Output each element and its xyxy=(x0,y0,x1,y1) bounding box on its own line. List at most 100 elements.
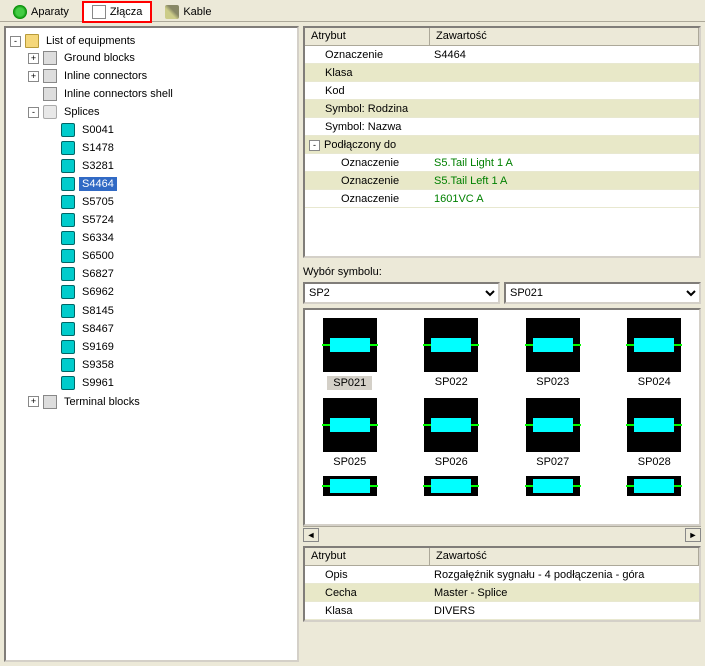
property-row[interactable]: Kod xyxy=(305,82,699,100)
tree-item-label[interactable]: List of equipments xyxy=(43,34,138,48)
symbol-thumbnail[interactable]: SP025 xyxy=(313,398,387,468)
icon-splice-icon xyxy=(61,322,75,336)
tab-aparaty[interactable]: Aparaty xyxy=(4,2,78,22)
symbol-family-select[interactable]: SP2 xyxy=(303,282,500,304)
symbol-thumbnail[interactable]: SP021 xyxy=(313,318,387,390)
property-row[interactable]: OpisRozgałęźnik sygnału - 4 podłączenia … xyxy=(305,566,699,584)
property-row[interactable]: -Podłączony do xyxy=(305,136,699,154)
property-row[interactable]: Oznaczenie S5.Tail Light 1 A xyxy=(305,154,699,172)
prop-key: Klasa xyxy=(325,605,353,617)
symbol-thumbnail[interactable]: SP024 xyxy=(618,318,692,390)
icon-block-icon xyxy=(43,87,57,101)
icon-block-icon xyxy=(43,395,57,409)
properties-bottom: Atrybut Zawartość OpisRozgałęźnik sygnał… xyxy=(303,546,701,622)
prop-key: Symbol: Rodzina xyxy=(325,103,408,115)
tab-kable[interactable]: Kable xyxy=(156,2,220,22)
property-row[interactable]: Oznaczenie S4464 xyxy=(305,46,699,64)
icon-splice-icon xyxy=(61,177,75,191)
icon-splice-icon xyxy=(61,249,75,263)
equipment-tree[interactable]: - List of equipments + Ground blocks + Inline… xyxy=(4,26,299,662)
thumb-caption: SP025 xyxy=(333,456,366,468)
symbol-thumbnail[interactable] xyxy=(313,476,387,496)
symbol-thumbnails[interactable]: SP021 SP022 SP023 SP024 SP025 SP026 SP027 SP028 xyxy=(303,308,701,526)
tree-toggle[interactable]: - xyxy=(28,107,39,118)
scroll-left-button[interactable]: ◄ xyxy=(303,528,319,542)
symbol-thumbnail[interactable]: SP026 xyxy=(415,398,489,468)
prop-value: S4464 xyxy=(430,49,699,61)
tree-item-label[interactable]: S9169 xyxy=(79,340,117,354)
icon-splice-icon xyxy=(61,267,75,281)
scroll-right-button[interactable]: ► xyxy=(685,528,701,542)
scroll-track[interactable] xyxy=(319,528,685,542)
tree-item-label[interactable]: S1478 xyxy=(79,141,117,155)
col-content: Zawartość xyxy=(430,548,699,565)
property-row[interactable]: CechaMaster - Splice xyxy=(305,584,699,602)
tree-toggle[interactable]: - xyxy=(10,36,21,47)
symbol-thumbnail[interactable] xyxy=(516,476,590,496)
prop-key: Oznaczenie xyxy=(325,49,383,61)
prop-key: Podłączony do xyxy=(324,139,396,151)
col-attribute: Atrybut xyxy=(305,548,430,565)
prop-value: DIVERS xyxy=(430,605,699,617)
tree-item-label[interactable]: S0041 xyxy=(79,123,117,137)
expand-toggle[interactable]: - xyxy=(309,140,320,151)
property-row[interactable]: Klasa xyxy=(305,64,699,82)
symbol-thumbnail[interactable]: SP022 xyxy=(415,318,489,390)
tree-toggle[interactable]: + xyxy=(28,53,39,64)
property-row[interactable]: Oznaczenie1601VC A xyxy=(305,190,699,208)
tree-toggle[interactable]: + xyxy=(28,71,39,82)
thumb-caption: SP024 xyxy=(638,376,671,388)
tree-item-label[interactable]: S3281 xyxy=(79,159,117,173)
tree-item-label[interactable]: S4464 xyxy=(79,177,117,191)
col-attribute: Atrybut xyxy=(305,28,430,45)
properties-top: Atrybut Zawartość Oznaczenie S4464 KlasaKo… xyxy=(303,26,701,258)
tree-item-label[interactable]: S6827 xyxy=(79,267,117,281)
tree-item-label[interactable]: S6500 xyxy=(79,249,117,263)
tree-item-label[interactable]: S6962 xyxy=(79,285,117,299)
icon-splice-icon xyxy=(61,213,75,227)
tree-item-label[interactable]: Splices xyxy=(61,105,102,119)
tree-toggle[interactable]: + xyxy=(28,396,39,407)
symbol-thumbnail[interactable]: SP028 xyxy=(618,398,692,468)
symbol-thumbnail[interactable]: SP023 xyxy=(516,318,590,390)
tree-item-label[interactable]: S9358 xyxy=(79,358,117,372)
prop-key: Opis xyxy=(325,569,348,581)
icon-splice-icon xyxy=(61,123,75,137)
tree-item-label[interactable]: S6334 xyxy=(79,231,117,245)
symbol-thumbnail[interactable]: SP027 xyxy=(516,398,590,468)
symbol-thumbnail[interactable] xyxy=(415,476,489,496)
tree-item-label[interactable]: S8467 xyxy=(79,322,117,336)
icon-splice-icon xyxy=(61,340,75,354)
prop-value: S5.Tail Light 1 A xyxy=(430,157,699,169)
symbol-thumbnail[interactable] xyxy=(618,476,692,496)
tab-label: Aparaty xyxy=(31,6,69,18)
icon-splice-icon xyxy=(61,285,75,299)
tree-item-label[interactable]: S8145 xyxy=(79,304,117,318)
tree-item-label[interactable]: S9961 xyxy=(79,376,117,390)
tab-label: Kable xyxy=(183,6,211,18)
tree-item-label[interactable]: Inline connectors shell xyxy=(61,87,176,101)
symbol-name-select[interactable]: SP021 xyxy=(504,282,701,304)
prop-key: Cecha xyxy=(325,587,357,599)
prop-key: Oznaczenie xyxy=(341,157,399,169)
property-row[interactable]: Klasa DIVERS xyxy=(305,602,699,620)
property-row[interactable]: Symbol: Rodzina xyxy=(305,100,699,118)
thumb-caption: SP028 xyxy=(638,456,671,468)
tree-item-label[interactable]: Ground blocks xyxy=(61,51,138,65)
horizontal-scrollbar[interactable]: ◄ ► xyxy=(303,526,701,542)
device-icon xyxy=(13,5,27,19)
icon-folder-icon xyxy=(25,34,39,48)
prop-key: Symbol: Nazwa xyxy=(325,121,401,133)
prop-value: 1601VC A xyxy=(430,193,699,205)
tree-item-label[interactable]: S5705 xyxy=(79,195,117,209)
prop-key: Oznaczenie xyxy=(341,175,399,187)
tree-item-label[interactable]: Terminal blocks xyxy=(61,395,143,409)
tree-item-label[interactable]: Inline connectors xyxy=(61,69,150,83)
property-row[interactable]: Symbol: Nazwa xyxy=(305,118,699,136)
property-row[interactable]: OznaczenieS5.Tail Left 1 A xyxy=(305,172,699,190)
icon-group-icon xyxy=(43,105,57,119)
tab-zlacza[interactable]: Złącza xyxy=(82,1,152,23)
col-content: Zawartość xyxy=(430,28,699,45)
icon-splice-icon xyxy=(61,376,75,390)
tree-item-label[interactable]: S5724 xyxy=(79,213,117,227)
